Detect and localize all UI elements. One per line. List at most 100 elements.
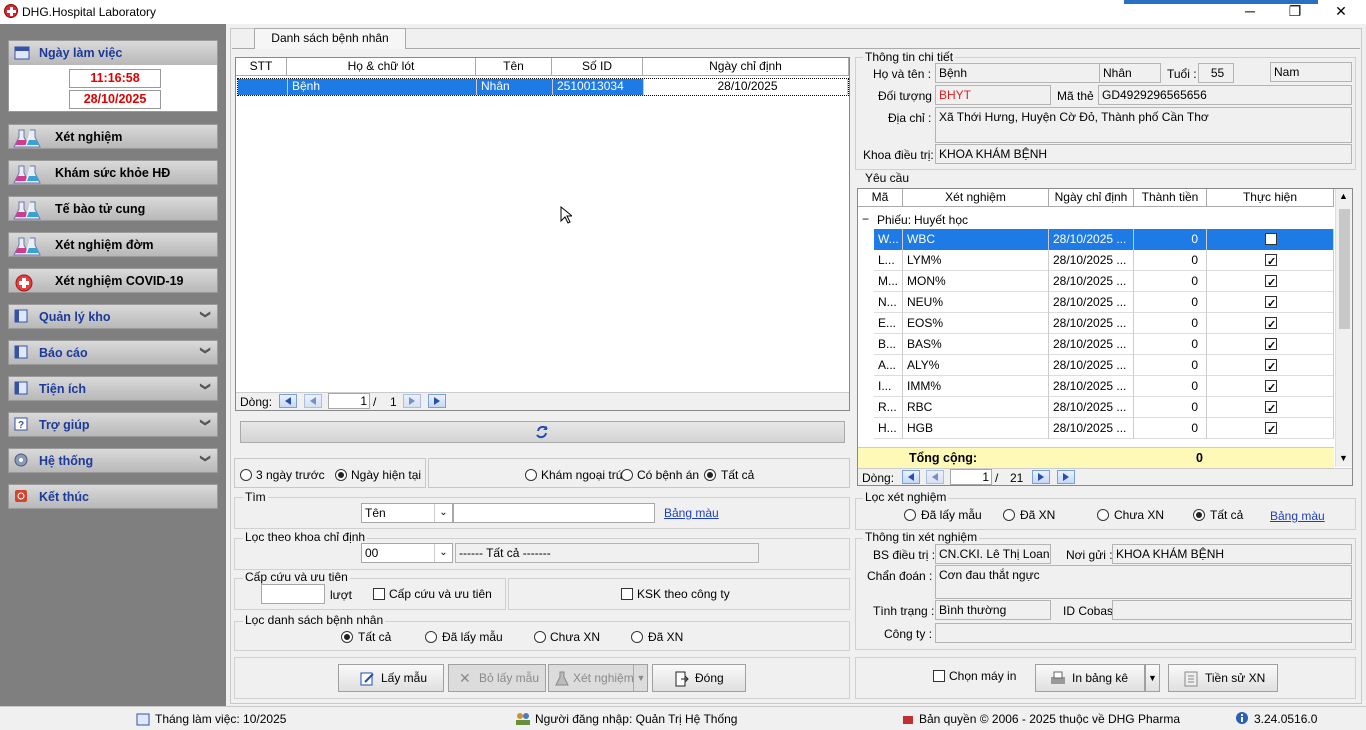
- cell-ma: E...: [874, 313, 903, 334]
- done-checkbox[interactable]: [1265, 399, 1277, 418]
- radio-test-filter-label: Đã lấy mẫu: [921, 508, 982, 522]
- col-ma[interactable]: Mã: [858, 189, 903, 207]
- workday-header[interactable]: Ngày làm việc: [9, 41, 217, 65]
- next-page-button[interactable]: [403, 394, 421, 408]
- search-input[interactable]: [453, 503, 655, 523]
- take-sample-button[interactable]: Lấy mẫu: [338, 664, 444, 692]
- col-ten[interactable]: Tên: [476, 58, 552, 76]
- col-ngay[interactable]: Ngày chỉ định: [1049, 189, 1134, 207]
- radio-3-days[interactable]: [240, 469, 252, 481]
- emergency-count-input[interactable]: [261, 584, 325, 604]
- table-row[interactable]: N... NEU% 28/10/2025 ... 0: [874, 292, 1334, 313]
- printer-checkbox[interactable]: [933, 670, 945, 682]
- radio-outpatient[interactable]: [525, 469, 537, 481]
- test-button[interactable]: Xét nghiệm ▼: [548, 664, 648, 692]
- next-page-button[interactable]: [1032, 470, 1050, 484]
- refresh-button[interactable]: [240, 421, 845, 443]
- radio-test-filter-3[interactable]: [1097, 509, 1109, 521]
- table-row[interactable]: M... MON% 28/10/2025 ... 0: [874, 271, 1334, 292]
- col-id[interactable]: Số ID: [552, 58, 643, 76]
- page-input[interactable]: 1: [950, 469, 992, 485]
- scroll-down-icon[interactable]: ▼: [1339, 453, 1348, 463]
- requests-scrollbar[interactable]: ▲ ▼: [1335, 189, 1352, 467]
- object-label: Đối tượng :: [878, 89, 939, 103]
- maximize-button[interactable]: ❐: [1272, 2, 1318, 22]
- last-page-button[interactable]: [428, 394, 446, 408]
- table-row[interactable]: L... LYM% 28/10/2025 ... 0: [874, 250, 1334, 271]
- table-row[interactable]: B... BAS% 28/10/2025 ... 0: [874, 334, 1334, 355]
- tab-patient-list[interactable]: Danh sách bệnh nhân: [254, 28, 406, 49]
- radio-test-filter-2[interactable]: [1003, 509, 1015, 521]
- sidebar-item-2[interactable]: Khám sức khỏe HĐ: [8, 160, 218, 185]
- first-page-button[interactable]: [902, 470, 920, 484]
- chevron-down-icon[interactable]: ▼: [1145, 664, 1160, 692]
- table-row[interactable]: I... IMM% 28/10/2025 ... 0: [874, 376, 1334, 397]
- first-page-button[interactable]: [279, 394, 297, 408]
- page-input[interactable]: 1: [328, 393, 370, 409]
- sidebar-item-1[interactable]: Xét nghiệm: [8, 124, 218, 149]
- radio-test-filter-1[interactable]: [904, 509, 916, 521]
- radio-test-filter-4[interactable]: [1193, 509, 1205, 521]
- scroll-thumb[interactable]: [1339, 209, 1350, 329]
- col-tien[interactable]: Thành tiền: [1134, 189, 1207, 207]
- emergency-checkbox[interactable]: [373, 588, 385, 600]
- scroll-up-icon[interactable]: ▲: [1339, 191, 1348, 201]
- last-page-button[interactable]: [1057, 470, 1075, 484]
- title-bar: DHG.Hospital Laboratory ─ ❐ ✕: [0, 0, 1366, 24]
- sidebar-group-5[interactable]: Hệ thống ❯: [8, 448, 218, 473]
- table-row[interactable]: H... HGB 28/10/2025 ... 0: [874, 418, 1334, 439]
- done-checkbox[interactable]: [1265, 420, 1277, 439]
- col-stt[interactable]: STT: [236, 58, 287, 76]
- prev-page-button[interactable]: [926, 470, 944, 484]
- print-list-button[interactable]: In bảng kê: [1035, 664, 1145, 692]
- done-checkbox[interactable]: [1265, 357, 1277, 376]
- sidebar-group-6[interactable]: Kết thúc: [8, 484, 218, 509]
- radio-list-tested[interactable]: [631, 631, 643, 643]
- radio-list-not-tested[interactable]: [534, 631, 546, 643]
- radio-list-sampled[interactable]: [425, 631, 437, 643]
- table-row[interactable]: E... EOS% 28/10/2025 ... 0: [874, 313, 1334, 334]
- col-thuc-hien[interactable]: Thực hiện: [1207, 189, 1334, 207]
- table-row[interactable]: A... ALY% 28/10/2025 ... 0: [874, 355, 1334, 376]
- group-row[interactable]: − Phiếu: Huyết học: [858, 209, 1334, 229]
- col-xn[interactable]: Xét nghiệm: [903, 189, 1049, 207]
- done-checkbox[interactable]: [1265, 294, 1277, 313]
- test-history-button[interactable]: Tiền sử XN: [1168, 664, 1278, 692]
- chevron-down-icon[interactable]: ▼: [633, 665, 648, 691]
- chevron-down-icon[interactable]: ⌄: [434, 504, 452, 522]
- cell-thuc-hien: [1207, 397, 1334, 418]
- table-row[interactable]: Bệnh Nhân 2510013034 28/10/2025: [237, 78, 849, 96]
- col-ngay[interactable]: Ngày chỉ định: [643, 58, 849, 76]
- done-checkbox[interactable]: [1265, 273, 1277, 292]
- sidebar-group-4[interactable]: ? Trợ giúp ❯: [8, 412, 218, 437]
- sidebar-group-3[interactable]: Tiện ích ❯: [8, 376, 218, 401]
- minimize-button[interactable]: ─: [1227, 2, 1273, 22]
- color-legend-link[interactable]: Bảng màu: [664, 506, 719, 520]
- done-checkbox[interactable]: [1265, 315, 1277, 334]
- sidebar-item-4[interactable]: Xét nghiệm đờm: [8, 232, 218, 257]
- radio-today[interactable]: [335, 469, 347, 481]
- radio-has-record[interactable]: [621, 469, 633, 481]
- cancel-sample-button[interactable]: ✕ Bỏ lấy mẫu: [448, 664, 546, 692]
- close-button[interactable]: ✕: [1318, 2, 1364, 22]
- prev-page-button[interactable]: [304, 394, 322, 408]
- done-checkbox[interactable]: [1265, 336, 1277, 355]
- table-row[interactable]: W... WBC 28/10/2025 ... 0: [874, 229, 1334, 250]
- table-row[interactable]: R... RBC 28/10/2025 ... 0: [874, 397, 1334, 418]
- done-checkbox[interactable]: [1265, 378, 1277, 397]
- radio-type-all[interactable]: [704, 469, 716, 481]
- sidebar-group-1[interactable]: Quản lý kho ❯: [8, 304, 218, 329]
- color-legend-link[interactable]: Bảng màu: [1270, 509, 1325, 523]
- col-ho[interactable]: Họ & chữ lót: [287, 58, 476, 76]
- sidebar-group-2[interactable]: Báo cáo ❯: [8, 340, 218, 365]
- done-checkbox[interactable]: [1265, 252, 1277, 271]
- cell-thuc-hien: [1207, 334, 1334, 355]
- collapse-icon[interactable]: −: [862, 212, 869, 226]
- ksk-checkbox[interactable]: [621, 588, 633, 600]
- radio-list-all[interactable]: [341, 631, 353, 643]
- chevron-down-icon[interactable]: ⌄: [434, 544, 452, 562]
- close-form-button[interactable]: Đóng: [652, 664, 746, 692]
- done-checkbox[interactable]: [1265, 231, 1277, 250]
- sidebar-item-3[interactable]: Tế bào tử cung: [8, 196, 218, 221]
- sidebar-item-5[interactable]: Xét nghiệm COVID-19: [8, 268, 218, 293]
